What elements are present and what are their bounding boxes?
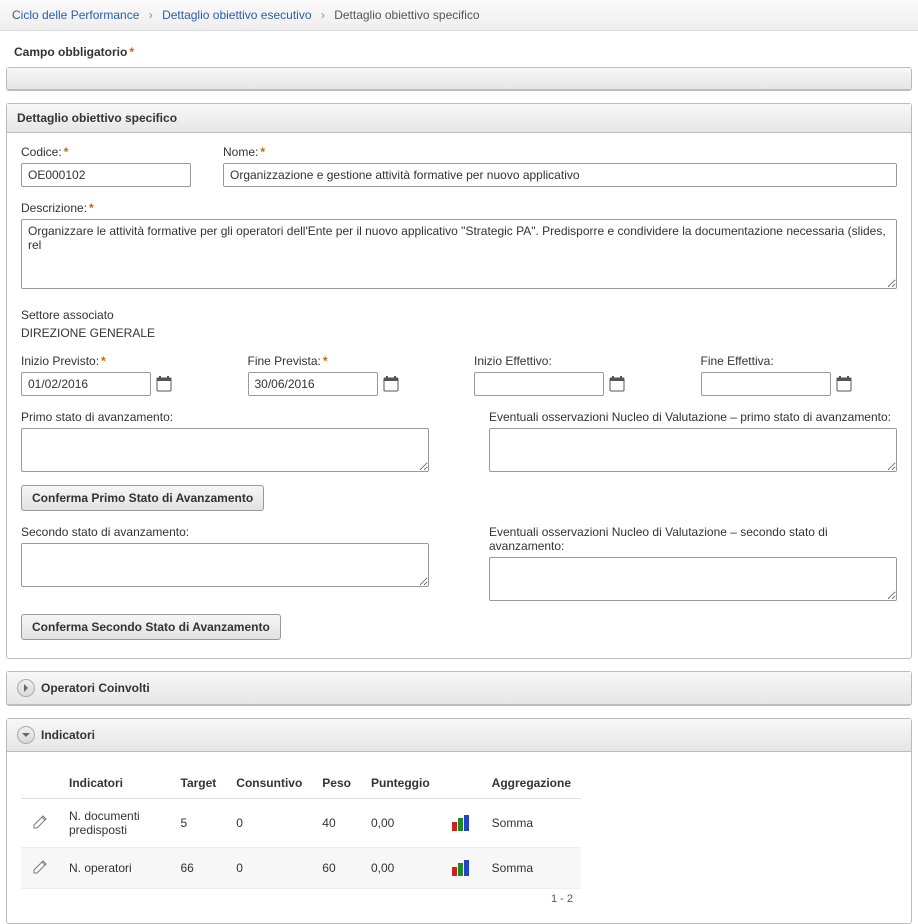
breadcrumb-link-2[interactable]: Dettaglio obiettivo esecutivo (162, 8, 311, 22)
button-conferma-secondo[interactable]: Conferma Secondo Stato di Avanzamento (21, 614, 281, 640)
section-title-detail: Dettaglio obiettivo specifico (17, 111, 177, 125)
calendar-icon[interactable] (382, 375, 400, 393)
col-peso: Peso (312, 768, 361, 799)
cell-consuntivo: 0 (226, 848, 312, 889)
table-row: N. operatori 66 0 60 0,00 Somma (21, 848, 581, 889)
label-nome: Nome:* (223, 145, 897, 159)
chevron-down-icon (17, 726, 35, 744)
cell-name: N. documenti predisposti (59, 799, 171, 848)
textarea-oss-secondo[interactable] (489, 557, 897, 601)
textarea-descrizione[interactable] (21, 219, 897, 289)
required-field-hint: Campo obbligatorio* (14, 45, 912, 59)
label-oss-secondo: Eventuali osservazioni Nucleo di Valutaz… (489, 525, 897, 553)
input-fine-prevista[interactable] (248, 372, 378, 396)
indicatori-table: Indicatori Target Consuntivo Peso Punteg… (21, 768, 581, 889)
cell-aggregazione: Somma (482, 799, 581, 848)
section-title-indicatori: Indicatori (41, 728, 95, 742)
label-fine-prevista: Fine Prevista:* (248, 354, 445, 368)
pencil-icon[interactable] (31, 858, 49, 876)
label-inizio-previsto: Inizio Previsto:* (21, 354, 218, 368)
col-aggregazione: Aggregazione (482, 768, 581, 799)
textarea-primo-stato[interactable] (21, 428, 429, 472)
textarea-oss-primo[interactable] (489, 428, 897, 472)
label-fine-effettiva: Fine Effettiva: (701, 354, 898, 368)
cell-aggregazione: Somma (482, 848, 581, 889)
textarea-secondo-stato[interactable] (21, 543, 429, 587)
table-header-row: Indicatori Target Consuntivo Peso Punteg… (21, 768, 581, 799)
pencil-icon[interactable] (31, 813, 49, 831)
cell-punteggio: 0,00 (361, 848, 440, 889)
calendar-icon[interactable] (835, 375, 853, 393)
button-conferma-primo[interactable]: Conferma Primo Stato di Avanzamento (21, 485, 264, 511)
col-consuntivo: Consuntivo (226, 768, 312, 799)
cell-target: 5 (171, 799, 227, 848)
input-inizio-previsto[interactable] (21, 372, 151, 396)
label-settore: Settore associato (21, 308, 897, 322)
cell-target: 66 (171, 848, 227, 889)
cell-peso: 60 (312, 848, 361, 889)
label-codice: Codice:* (21, 145, 201, 159)
cell-peso: 40 (312, 799, 361, 848)
input-codice[interactable] (21, 163, 191, 187)
cell-consuntivo: 0 (226, 799, 312, 848)
input-fine-effettiva[interactable] (701, 372, 831, 396)
input-nome[interactable] (223, 163, 897, 187)
breadcrumb-link-1[interactable]: Ciclo delle Performance (12, 8, 139, 22)
chevron-right-icon (17, 679, 35, 697)
calendar-icon[interactable] (155, 375, 173, 393)
section-header-detail: Dettaglio obiettivo specifico (7, 104, 911, 133)
chevron-right-icon: › (149, 8, 153, 22)
label-oss-primo: Eventuali osservazioni Nucleo di Valutaz… (489, 410, 897, 424)
table-pager: 1 - 2 (21, 889, 581, 905)
label-inizio-effettivo: Inizio Effettivo: (474, 354, 671, 368)
label-secondo-stato: Secondo stato di avanzamento: (21, 525, 429, 539)
col-target: Target (171, 768, 227, 799)
col-punteggio: Punteggio (361, 768, 440, 799)
value-settore: DIREZIONE GENERALE (21, 326, 897, 340)
section-header-indicatori[interactable]: Indicatori (7, 719, 911, 752)
bar-chart-icon[interactable] (450, 814, 472, 832)
section-title-operatori: Operatori Coinvolti (41, 681, 150, 695)
chevron-right-icon: › (321, 8, 325, 22)
cell-punteggio: 0,00 (361, 799, 440, 848)
table-row: N. documenti predisposti 5 0 40 0,00 Som… (21, 799, 581, 848)
col-indicatori: Indicatori (59, 768, 171, 799)
input-inizio-effettivo[interactable] (474, 372, 604, 396)
cell-name: N. operatori (59, 848, 171, 889)
breadcrumb-current: Dettaglio obiettivo specifico (334, 8, 479, 22)
breadcrumb: Ciclo delle Performance › Dettaglio obie… (0, 0, 918, 31)
bar-chart-icon[interactable] (450, 859, 472, 877)
label-descrizione: Descrizione:* (21, 201, 897, 215)
section-header-blank (7, 68, 911, 90)
label-primo-stato: Primo stato di avanzamento: (21, 410, 429, 424)
calendar-icon[interactable] (608, 375, 626, 393)
section-header-operatori[interactable]: Operatori Coinvolti (7, 672, 911, 705)
